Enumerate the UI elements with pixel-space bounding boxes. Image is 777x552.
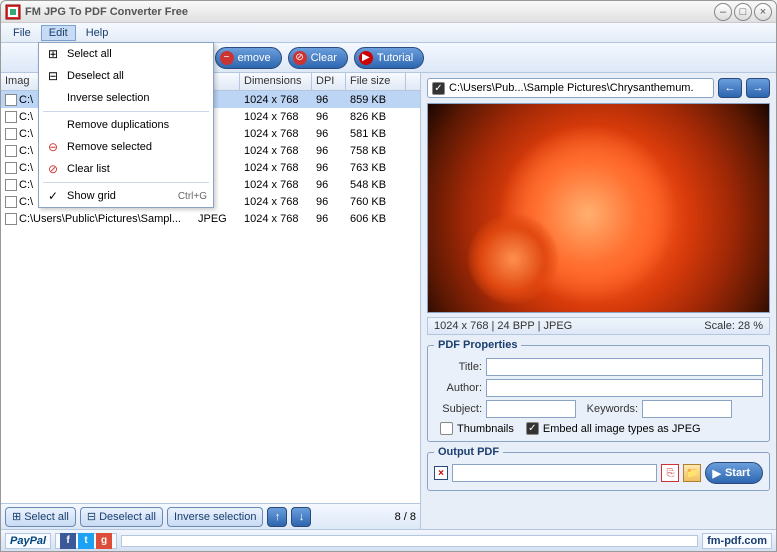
preview-path-row: ✓ C:\Users\Pub...\Sample Pictures\Chrysa… xyxy=(427,77,770,99)
preview-check-icon: ✓ xyxy=(432,82,445,95)
app-window: FM JPG To PDF Converter Free – □ × File … xyxy=(0,0,777,552)
preview-infobar: 1024 x 768 | 24 BPP | JPEG Scale: 28 % xyxy=(427,317,770,335)
menu-help[interactable]: Help xyxy=(78,25,117,41)
app-icon xyxy=(5,4,21,20)
website-link[interactable]: fm-pdf.com xyxy=(702,533,772,549)
menu-select-all[interactable]: ⊞Select all xyxy=(39,43,213,65)
keywords-input[interactable] xyxy=(642,400,732,418)
embed-jpeg-checkbox[interactable]: ✓Embed all image types as JPEG xyxy=(526,422,701,435)
preview-scale: Scale: 28 % xyxy=(704,320,763,332)
select-all-icon: ⊞ xyxy=(45,46,61,62)
title-input[interactable] xyxy=(486,358,763,376)
author-input[interactable] xyxy=(486,379,763,397)
titlebar: FM JPG To PDF Converter Free – □ × xyxy=(1,1,776,23)
output-legend: Output PDF xyxy=(434,446,503,458)
menu-file[interactable]: File xyxy=(5,25,39,41)
footer-inverse[interactable]: Inverse selection xyxy=(167,507,264,527)
remove-button[interactable]: −emove xyxy=(215,47,282,69)
menu-edit[interactable]: Edit xyxy=(41,25,76,41)
clear-path-icon[interactable]: × xyxy=(434,466,448,480)
start-button[interactable]: ▶Start xyxy=(705,462,763,484)
progress-bar xyxy=(121,535,698,547)
col-dimensions[interactable]: Dimensions xyxy=(240,73,312,90)
window-title: FM JPG To PDF Converter Free xyxy=(25,6,188,18)
pdf-properties: PDF Properties Title: Author: Subject: K… xyxy=(427,339,770,442)
next-image-button[interactable]: → xyxy=(746,78,770,98)
statusbar: PayPal f t g fm-pdf.com xyxy=(1,529,776,551)
preview-path: ✓ C:\Users\Pub...\Sample Pictures\Chrysa… xyxy=(427,78,714,98)
menu-clear-list[interactable]: ⊘Clear list xyxy=(39,158,213,180)
preview-info: 1024 x 768 | 24 BPP | JPEG xyxy=(434,320,572,332)
prev-image-button[interactable]: ← xyxy=(718,78,742,98)
keywords-label: Keywords: xyxy=(580,403,638,415)
google-plus-icon[interactable]: g xyxy=(96,533,112,549)
item-counter: 8 / 8 xyxy=(395,511,416,523)
subject-input[interactable] xyxy=(486,400,576,418)
menubar: File Edit Help xyxy=(1,23,776,43)
deselect-all-icon: ⊟ xyxy=(45,68,61,84)
output-pdf: Output PDF × ⎘ 📁 ▶Start xyxy=(427,446,770,491)
clear-icon: ⊘ xyxy=(45,161,61,177)
right-panel: ✓ C:\Users\Pub...\Sample Pictures\Chrysa… xyxy=(421,73,776,529)
menu-show-grid[interactable]: ✓Show gridCtrl+G xyxy=(39,185,213,207)
preview-path-text: C:\Users\Pub...\Sample Pictures\Chrysant… xyxy=(449,82,694,94)
maximize-button[interactable]: □ xyxy=(734,3,752,21)
list-footer: ⊞Select all ⊟Deselect all Inverse select… xyxy=(1,503,420,529)
pdf-icon: ⎘ xyxy=(661,464,679,482)
deselect-all-icon: ⊟ xyxy=(87,510,96,523)
facebook-icon[interactable]: f xyxy=(60,533,76,549)
clear-button[interactable]: ⊘Clear xyxy=(288,47,348,69)
menu-inverse-selection[interactable]: Inverse selection xyxy=(39,87,213,109)
col-dpi[interactable]: DPI xyxy=(312,73,346,90)
table-row[interactable]: C:\Users\Public\Pictures\Sampl...JPEG102… xyxy=(1,210,420,227)
checkbox-checked-icon: ✓ xyxy=(526,422,539,435)
check-icon: ✓ xyxy=(45,188,61,204)
menu-remove-duplications[interactable]: Remove duplications xyxy=(39,114,213,136)
footer-select-all[interactable]: ⊞Select all xyxy=(5,507,76,527)
menu-deselect-all[interactable]: ⊟Deselect all xyxy=(39,65,213,87)
twitter-icon[interactable]: t xyxy=(78,533,94,549)
menu-remove-selected[interactable]: ⊖Remove selected xyxy=(39,136,213,158)
play-icon: ▶ xyxy=(712,467,720,480)
remove-icon: ⊖ xyxy=(45,139,61,155)
select-all-icon: ⊞ xyxy=(12,510,21,523)
paypal-link[interactable]: PayPal xyxy=(5,533,51,549)
output-path-input[interactable] xyxy=(452,464,657,482)
minimize-button[interactable]: – xyxy=(714,3,732,21)
move-down-button[interactable]: ↓ xyxy=(291,507,311,527)
author-label: Author: xyxy=(434,382,482,394)
subject-label: Subject: xyxy=(434,403,482,415)
title-label: Title: xyxy=(434,361,482,373)
tutorial-button[interactable]: ▶Tutorial xyxy=(354,47,424,69)
col-filesize[interactable]: File size xyxy=(346,73,406,90)
pdf-properties-legend: PDF Properties xyxy=(434,339,521,351)
thumbnails-checkbox[interactable]: Thumbnails xyxy=(440,422,514,435)
social-links: f t g xyxy=(55,533,117,549)
edit-menu-dropdown: ⊞Select all ⊟Deselect all Inverse select… xyxy=(38,42,214,208)
checkbox-icon xyxy=(440,422,453,435)
close-button[interactable]: × xyxy=(754,3,772,21)
footer-deselect-all[interactable]: ⊟Deselect all xyxy=(80,507,163,527)
image-preview xyxy=(427,103,770,313)
browse-button[interactable]: 📁 xyxy=(683,464,701,482)
move-up-button[interactable]: ↑ xyxy=(267,507,287,527)
